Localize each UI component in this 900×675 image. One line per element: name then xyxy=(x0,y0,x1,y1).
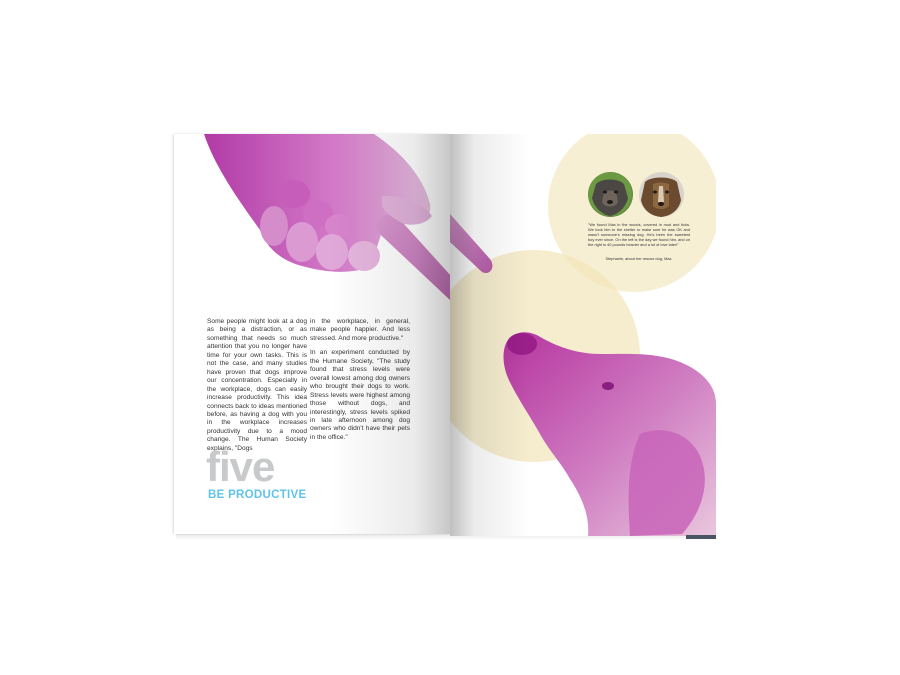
section-title: BE PRODUCTIVE xyxy=(208,489,307,501)
right-page-gutter-shade xyxy=(450,134,530,536)
quote-attribution: Stephanie, about her rescue dog, Max. xyxy=(605,256,673,261)
body-paragraph: Some people might look at a dog as being… xyxy=(207,318,307,452)
rescue-dog-before-photo xyxy=(588,172,633,217)
body-paragraph: In an experiment conducted by the Humane… xyxy=(310,349,410,441)
section-number-heading: five xyxy=(206,443,275,490)
rescue-dog-after-photo xyxy=(639,172,684,217)
magazine-spread: "We found Max in the woods, covered in m… xyxy=(0,0,900,675)
page-edge xyxy=(686,535,716,539)
body-column-2: in the workplace, in general, make peopl… xyxy=(310,318,410,448)
rescue-quote: "We found Max in the woods, covered in m… xyxy=(588,222,690,247)
body-paragraph: in the workplace, in general, make peopl… xyxy=(310,318,410,342)
body-column-1: Some people might look at a dog as being… xyxy=(207,318,307,459)
